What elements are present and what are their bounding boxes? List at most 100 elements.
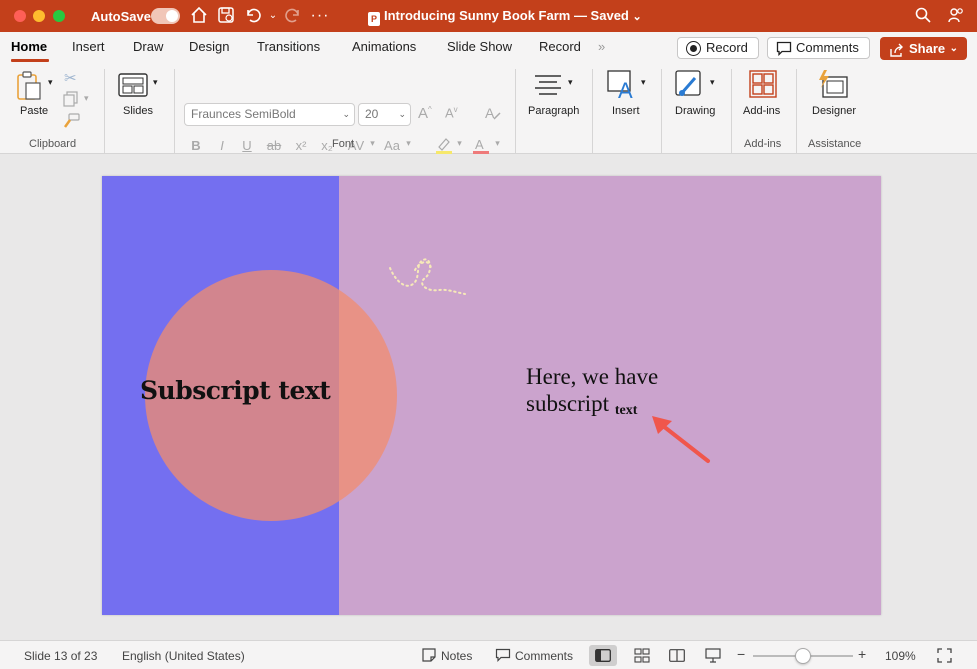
paragraph-icon[interactable] — [534, 74, 562, 101]
addins-label[interactable]: Add-ins — [743, 105, 780, 117]
svg-text:A: A — [618, 78, 633, 100]
grow-font-button[interactable]: A^ — [418, 105, 432, 122]
slide-counter[interactable]: Slide 13 of 23 — [24, 649, 97, 663]
change-case-button[interactable]: Aa — [381, 138, 403, 153]
autosave-toggle[interactable] — [151, 8, 180, 24]
clear-formatting-icon[interactable]: A — [484, 104, 502, 127]
notes-button[interactable]: Notes — [441, 649, 472, 663]
drawing-chevron-icon[interactable]: ▾ — [710, 77, 715, 88]
book-icon — [669, 649, 685, 662]
group-label-clipboard: Clipboard — [29, 138, 77, 150]
paste-label[interactable]: Paste — [20, 105, 48, 117]
bold-button[interactable]: B — [187, 138, 205, 153]
change-case-chevron-icon[interactable]: ▾ — [404, 138, 413, 149]
superscript-button[interactable]: x² — [292, 138, 310, 153]
drawing-icon[interactable] — [675, 70, 705, 105]
highlight-chevron-icon[interactable]: ▾ — [455, 138, 464, 149]
group-label-font: Font — [332, 138, 355, 150]
comments-status-button[interactable]: Comments — [515, 649, 573, 663]
annotation-arrow-icon — [652, 416, 710, 463]
subscript-word: text — [614, 403, 638, 418]
group-label-assistance: Assistance — [808, 138, 862, 150]
tab-insert[interactable]: Insert — [72, 39, 105, 54]
slide-right-text[interactable]: Here, we have subscript text — [526, 363, 658, 424]
home-icon[interactable] — [189, 6, 209, 26]
tab-transitions[interactable]: Transitions — [257, 39, 320, 54]
tab-slide-show[interactable]: Slide Show — [447, 39, 512, 54]
group-label-addins: Add-ins — [744, 138, 782, 150]
fit-to-window-icon[interactable] — [937, 648, 952, 666]
save-icon[interactable] — [216, 6, 236, 26]
minimize-window-button[interactable] — [33, 10, 45, 22]
document-title[interactable]: P Introducing Sunny Book Farm — Saved ⌄ — [368, 8, 642, 26]
zoom-level[interactable]: 109% — [885, 649, 916, 663]
underline-button[interactable]: U — [238, 138, 256, 153]
tab-overflow-icon[interactable]: » — [598, 39, 605, 54]
notes-icon[interactable] — [422, 648, 436, 665]
comments-status-icon[interactable] — [495, 648, 511, 665]
paragraph-chevron-icon[interactable]: ▾ — [568, 77, 573, 88]
more-icon[interactable]: ··· — [310, 6, 330, 26]
designer-icon[interactable] — [817, 69, 849, 104]
font-color-chevron-icon[interactable]: ▾ — [493, 138, 502, 149]
svg-text:A: A — [475, 137, 484, 152]
autosave-label: AutoSave — [91, 9, 151, 24]
designer-label[interactable]: Designer — [812, 105, 856, 117]
share-people-icon[interactable] — [946, 6, 966, 26]
zoom-slider-handle[interactable] — [795, 648, 811, 664]
strikethrough-button[interactable]: ab — [265, 138, 283, 153]
zoom-out-button[interactable]: − — [737, 646, 745, 662]
svg-text:A: A — [485, 105, 495, 121]
search-icon[interactable] — [913, 6, 933, 26]
normal-view-button[interactable] — [589, 645, 617, 666]
decorative-doodle-icon — [389, 258, 466, 295]
tab-animations[interactable]: Animations — [352, 39, 416, 54]
comment-icon — [776, 41, 792, 62]
tab-record[interactable]: Record — [539, 39, 581, 54]
ribbon: Home Insert Draw Design Transitions Anim… — [0, 32, 977, 179]
font-name-select[interactable]: Fraunces SemiBold ⌄ — [184, 103, 355, 126]
zoom-in-button[interactable]: + — [858, 646, 866, 662]
slides-chevron-icon[interactable]: ▾ — [153, 77, 158, 88]
normal-view-icon — [595, 649, 611, 662]
drawing-label[interactable]: Drawing — [675, 105, 715, 117]
insert-label[interactable]: Insert — [612, 105, 640, 117]
slide-left-text[interactable]: Subscript text — [140, 376, 331, 405]
font-size-select[interactable]: 20 ⌄ — [358, 103, 411, 126]
share-button[interactable]: Share ⌄ — [880, 37, 967, 60]
clipboard-icon[interactable] — [16, 71, 44, 106]
redo-icon[interactable] — [283, 6, 303, 26]
language-indicator[interactable]: English (United States) — [122, 649, 245, 663]
shrink-font-button[interactable]: Av — [445, 105, 458, 120]
italic-button[interactable]: I — [213, 138, 231, 153]
slide[interactable]: Subscript text Here, we have subscript t… — [102, 176, 881, 615]
insert-chevron-icon[interactable]: ▾ — [641, 77, 646, 88]
undo-icon[interactable] — [243, 6, 263, 26]
paste-chevron-icon[interactable]: ▾ — [48, 77, 53, 88]
undo-chevron-icon[interactable]: ⌄ — [263, 6, 283, 26]
format-painter-icon[interactable] — [62, 113, 80, 134]
tab-draw[interactable]: Draw — [133, 39, 163, 54]
close-window-button[interactable] — [14, 10, 26, 22]
record-button[interactable]: Record — [677, 37, 759, 59]
zoom-window-button[interactable] — [53, 10, 65, 22]
record-icon — [686, 41, 701, 56]
slides-icon[interactable] — [118, 73, 148, 102]
slideshow-view-button[interactable] — [699, 645, 727, 666]
slides-label[interactable]: Slides — [123, 105, 153, 117]
powerpoint-file-icon: P — [368, 12, 380, 26]
cut-icon[interactable]: ✂ — [64, 69, 77, 87]
copy-icon[interactable] — [63, 91, 79, 112]
tab-design[interactable]: Design — [189, 39, 229, 54]
reading-view-button[interactable] — [663, 645, 691, 666]
paragraph-label[interactable]: Paragraph — [528, 105, 579, 117]
title-bar: AutoSave ⌄ ··· P Introducing Sunny Book F… — [0, 0, 977, 32]
slide-sorter-view-button[interactable] — [628, 645, 656, 666]
active-tab-indicator — [11, 59, 49, 62]
copy-chevron-icon[interactable]: ▾ — [84, 93, 89, 104]
tab-home[interactable]: Home — [11, 39, 47, 54]
insert-textbox-icon[interactable]: A — [607, 70, 637, 105]
addins-icon[interactable] — [749, 70, 777, 103]
comments-button[interactable]: Comments — [767, 37, 870, 59]
character-spacing-chevron-icon[interactable]: ▾ — [368, 138, 377, 149]
